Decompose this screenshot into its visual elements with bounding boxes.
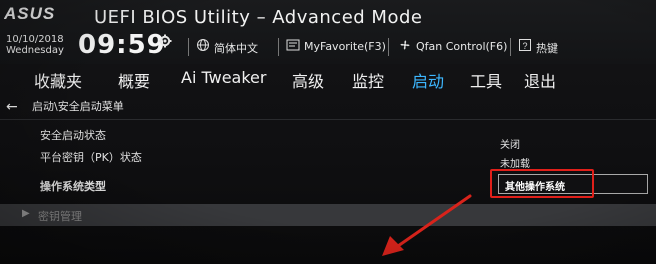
header-separator (278, 38, 279, 56)
tab-main[interactable]: 概要 (118, 68, 150, 92)
date-display: 10/10/2018 Wednesday (6, 34, 64, 56)
divider (0, 119, 656, 120)
page-title: UEFI BIOS Utility – Advanced Mode (94, 7, 423, 28)
key-management-label: 密钥管理 (38, 210, 82, 223)
favorite-icon (286, 39, 300, 51)
tab-tool[interactable]: 工具 (470, 68, 502, 92)
bios-screen: ASUS UEFI BIOS Utility – Advanced Mode 1… (0, 0, 656, 264)
platform-key-value: 未加载 (500, 159, 530, 170)
platform-key-label: 平台密钥（PK）状态 (40, 151, 142, 164)
bios-header: ASUS UEFI BIOS Utility – Advanced Mode 1… (0, 0, 656, 64)
date-text: 10/10/2018 (6, 34, 64, 45)
gear-icon[interactable] (158, 34, 172, 48)
header-separator (388, 38, 389, 56)
weekday-text: Wednesday (6, 45, 64, 56)
qfan-control-button[interactable]: Qfan Control(F6) (416, 40, 507, 53)
tab-exit[interactable]: 退出 (524, 68, 556, 92)
tab-ai-tweaker[interactable]: Ai Tweaker (181, 68, 266, 87)
tab-monitor[interactable]: 监控 (352, 68, 384, 92)
tab-boot[interactable]: 启动 (412, 68, 444, 92)
help-icon: ? (519, 39, 531, 51)
header-separator (188, 38, 189, 56)
main-menu (0, 64, 656, 94)
secure-boot-state-value: 关闭 (500, 140, 520, 151)
chevron-right-icon: ▶ (22, 208, 30, 219)
breadcrumb: ← 启动\安全启动菜单 (6, 98, 124, 115)
breadcrumb-text: 启动\安全启动菜单 (32, 100, 124, 113)
secure-boot-state-label: 安全启动状态 (40, 129, 106, 142)
hotkeys-button[interactable]: 热键 (536, 40, 558, 56)
key-management-item[interactable]: ▶ 密钥管理 (0, 204, 656, 226)
highlight-annotation (490, 169, 594, 198)
globe-icon (197, 39, 209, 51)
svg-text:?: ? (522, 41, 527, 51)
os-type-label: 操作系统类型 (40, 180, 106, 193)
language-selector[interactable]: 简体中文 (214, 40, 258, 56)
asus-logo: ASUS (4, 4, 55, 22)
tab-favorites[interactable]: 收藏夹 (34, 68, 82, 92)
tab-advanced[interactable]: 高级 (292, 68, 324, 92)
time-display: 09:59 (78, 30, 166, 60)
myfavorite-button[interactable]: MyFavorite(F3) (304, 40, 386, 53)
brand-text: ASUS (4, 4, 55, 22)
header-separator (510, 38, 511, 56)
back-arrow-icon[interactable]: ← (6, 99, 22, 115)
fan-icon (400, 40, 410, 50)
